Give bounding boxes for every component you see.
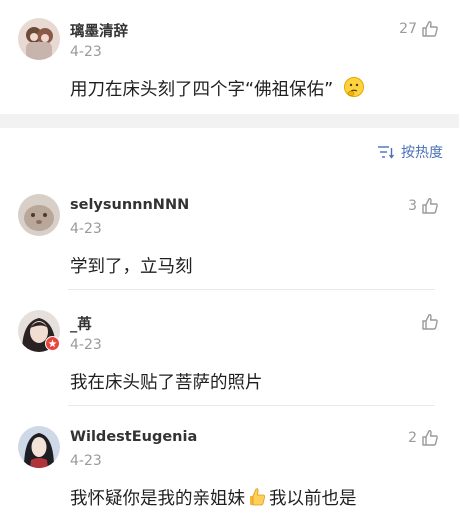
username[interactable]: 璃墨清辞	[70, 20, 128, 41]
top-comment: 璃墨清辞 4-23 27 用刀在床头刻了四个字“佛祖保佑”	[0, 0, 459, 114]
username[interactable]: WildestEugenia	[70, 429, 197, 445]
like-button[interactable]	[417, 313, 439, 331]
thumbs-up-icon	[422, 198, 438, 214]
sort-label: 按热度	[401, 145, 443, 161]
comment-text: 学到了，立马刻	[70, 257, 193, 277]
comment-date: 4-23	[70, 44, 102, 60]
section-separator	[0, 114, 459, 128]
sort-icon	[378, 146, 395, 159]
avatar[interactable]	[18, 18, 60, 60]
comment-text: 我在床头贴了菩萨的照片	[70, 373, 263, 393]
thumbs-up-icon	[422, 430, 438, 446]
comment-date: 4-23	[70, 337, 102, 353]
comment-date: 4-23	[70, 453, 102, 469]
like-button[interactable]: 27	[399, 20, 439, 38]
like-count: 2	[408, 430, 417, 446]
thumbs-up-icon	[422, 314, 438, 330]
comment-text: 用刀在床头刻了四个字“佛祖保佑”	[70, 76, 365, 101]
sort-bar: 按热度	[0, 128, 459, 174]
thumbs-up-emoji	[250, 488, 265, 506]
avatar[interactable]	[18, 426, 60, 468]
thumbs-up-icon	[422, 21, 438, 37]
avatar[interactable]	[18, 194, 60, 236]
verified-badge-icon	[45, 336, 60, 351]
comment-text-body: 用刀在床头刻了四个字“佛祖保佑”	[70, 80, 334, 100]
divider	[68, 405, 435, 406]
thinking-face-emoji	[343, 77, 364, 97]
like-count: 3	[408, 198, 417, 214]
sort-by-heat-button[interactable]: 按热度	[377, 142, 443, 162]
comment-text-tail: 我以前也是	[269, 489, 357, 509]
comment-date: 4-23	[70, 221, 102, 237]
comment-text-body: 我怀疑你是我的亲姐妹	[70, 489, 245, 509]
username[interactable]: selysunnnNNN	[70, 197, 189, 213]
username[interactable]: _苒	[70, 313, 92, 334]
comment-text: 我怀疑你是我的亲姐妹 我以前也是	[70, 485, 357, 510]
like-button[interactable]: 3	[408, 197, 439, 215]
divider	[68, 289, 435, 290]
like-button[interactable]: 2	[408, 429, 439, 447]
like-count: 27	[399, 21, 417, 37]
